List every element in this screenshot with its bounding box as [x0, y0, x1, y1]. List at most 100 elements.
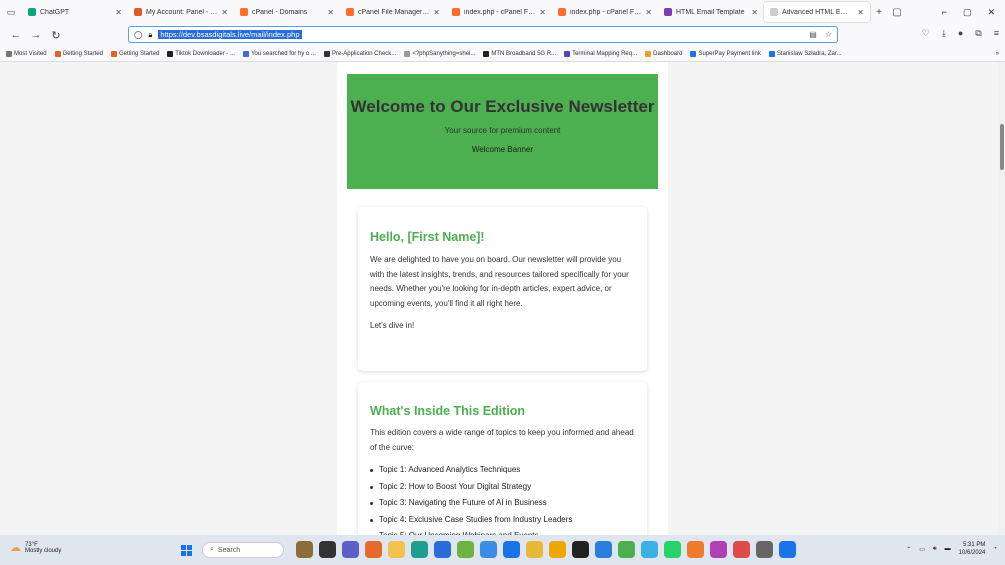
bookmark-2[interactable]: Getting Started [110, 50, 159, 57]
clock[interactable]: 5:31 PM 10/6/2024 [959, 541, 986, 557]
bookmark-11[interactable]: Stanislaw Szładra, Zar... [768, 50, 842, 57]
chevron-up-icon[interactable]: ⌃ [906, 546, 911, 553]
tab-5[interactable]: index.php - cPanel File M ✕ [552, 2, 658, 22]
welcome-banner: Welcome to Our Exclusive Newsletter Your… [347, 74, 658, 189]
chrome-icon[interactable] [526, 541, 543, 558]
taskbar-search[interactable]: ⌕ Search [202, 542, 284, 558]
bookmark-favicon-icon [483, 50, 490, 57]
banner-image-alt: Welcome Banner [471, 145, 534, 154]
cloud-icon: ☁ [10, 542, 21, 554]
topic-item: Topic 3: Navigating the Future of AI in … [370, 498, 635, 515]
firefox-icon[interactable] [365, 541, 382, 558]
app-icon-2[interactable] [480, 541, 497, 558]
tab-6[interactable]: HTML Email Template ✕ [658, 2, 764, 22]
maximize-icon[interactable]: ▢ [963, 7, 972, 18]
edge-icon[interactable] [411, 541, 428, 558]
back-icon[interactable]: ← [6, 29, 26, 41]
page-viewport: Welcome to Our Exclusive Newsletter Your… [0, 62, 1005, 535]
edition-card: What's Inside This Edition This edition … [358, 382, 647, 535]
app-icon-3[interactable] [503, 541, 520, 558]
menu-icon[interactable]: ≡ [994, 28, 999, 39]
reload-icon[interactable]: ↻ [46, 29, 66, 42]
bookmark-3[interactable]: Tiktok Downloader - ... [167, 50, 235, 57]
tab-0[interactable]: ChatGPT ✕ [22, 2, 128, 22]
tab-1[interactable]: My Account: Panel - Name ✕ [128, 2, 234, 22]
bookmark-star-icon[interactable]: ☆ [825, 30, 832, 39]
close-tab-icon[interactable]: ✕ [857, 8, 864, 17]
close-tab-icon[interactable]: ✕ [221, 8, 228, 17]
close-tab-icon[interactable]: ✕ [751, 8, 758, 17]
close-window-icon[interactable]: ✕ [987, 7, 995, 18]
app-icon-1[interactable] [457, 541, 474, 558]
tab-overview-icon[interactable]: ▢ [888, 7, 906, 18]
widgets-icon[interactable] [296, 541, 313, 558]
close-tab-icon[interactable]: ✕ [327, 8, 334, 17]
tab-favicon-icon [664, 8, 672, 16]
close-tab-icon[interactable]: ✕ [115, 8, 122, 17]
tab-list-icon[interactable]: ▭ [0, 0, 22, 24]
task-view-icon[interactable] [319, 541, 336, 558]
bookmark-7[interactable]: MTN Broadband 5G R... [483, 50, 556, 57]
chrome-icon-2[interactable] [618, 541, 635, 558]
bookmark-10[interactable]: SuperPay Payment link [690, 50, 761, 57]
bookmark-0[interactable]: Most Visited [6, 50, 47, 57]
address-bar[interactable]: ◯ 🔒︎ https://dev.bsasdigitals.live/mail/… [128, 26, 838, 43]
bookmark-9[interactable]: Dashboard [645, 50, 682, 57]
app-icon-8[interactable] [710, 541, 727, 558]
download-icon[interactable]: ⤓ [942, 28, 946, 39]
close-tab-icon[interactable]: ✕ [645, 8, 652, 17]
tab-7[interactable]: Advanced HTML Email ✕ [764, 2, 870, 22]
tab-4[interactable]: index.php - cPanel File M ✕ [446, 2, 552, 22]
bookmark-5[interactable]: Pre-Application Check... [323, 50, 396, 57]
app-icon-6[interactable] [641, 541, 658, 558]
close-tab-icon[interactable]: ✕ [539, 8, 546, 17]
app-icon-4[interactable] [549, 541, 566, 558]
battery-icon[interactable]: ▬ [945, 546, 951, 552]
reader-view-icon[interactable]: ▤ [809, 30, 817, 39]
pocket-icon[interactable]: ♡ [922, 28, 930, 39]
bookmark-label: Stanislaw Szładra, Zar... [776, 50, 842, 57]
weather-widget[interactable]: ☁ 73°F Mostly cloudy [10, 541, 61, 555]
bookmarks-overflow-icon[interactable]: » [996, 51, 999, 57]
tab-strip: ChatGPT✕My Account: Panel - Name✕cPanel … [22, 2, 870, 22]
volume-icon[interactable]: 🔊︎ [933, 546, 937, 553]
forward-icon[interactable]: → [26, 29, 46, 41]
scrollbar-thumb[interactable] [1000, 124, 1004, 170]
minimize-icon[interactable]: ⌐ [942, 7, 947, 18]
app-icon-5[interactable] [572, 541, 589, 558]
bookmark-favicon-icon [768, 50, 775, 57]
url-text[interactable]: https://dev.bsasdigitals.live/mail/index… [158, 30, 302, 39]
close-tab-icon[interactable]: ✕ [433, 8, 440, 17]
topic-text: Topic 4: Exclusive Case Studies from Ind… [379, 514, 573, 524]
app-icon-10[interactable] [779, 541, 796, 558]
shield-icon[interactable]: ◯ [134, 30, 142, 39]
app-icon-7[interactable] [687, 541, 704, 558]
windows-start-icon[interactable] [181, 545, 192, 556]
notification-icon[interactable]: ◔ [993, 546, 997, 552]
new-tab-button[interactable]: + [870, 7, 888, 18]
topic-text: Topic 2: How to Boost Your Digital Strat… [379, 481, 532, 491]
scrollbar[interactable] [998, 62, 1005, 535]
bookmark-8[interactable]: Terminal Mapping Req... [564, 50, 637, 57]
tab-3[interactable]: cPanel File Manager v3 ✕ [340, 2, 446, 22]
file-explorer-icon[interactable] [388, 541, 405, 558]
tab-2[interactable]: cPanel - Domains ✕ [234, 2, 340, 22]
bookmark-favicon-icon [404, 50, 411, 57]
vscode-icon[interactable] [595, 541, 612, 558]
mail-icon[interactable] [733, 541, 750, 558]
chat-icon[interactable] [342, 541, 359, 558]
greeting-body: We are delighted to have you on board. O… [370, 255, 629, 308]
bookmark-4[interactable]: You searched for hy o ... [243, 50, 316, 57]
bookmark-6[interactable]: <?phpSanything=shel... [404, 50, 475, 57]
bookmark-1[interactable]: Getting Started [54, 50, 103, 57]
tab-favicon-icon [346, 8, 354, 16]
lock-icon[interactable]: 🔒︎ [148, 30, 152, 40]
bookmark-favicon-icon [690, 50, 697, 57]
whatsapp-icon[interactable] [664, 541, 681, 558]
store-icon[interactable] [434, 541, 451, 558]
greeting-closing: Let's dive in! [370, 321, 415, 330]
extensions-icon[interactable]: ⧉ [975, 28, 981, 39]
network-icon[interactable]: ▭ [919, 546, 925, 553]
account-icon[interactable]: ● [958, 28, 963, 39]
app-icon-9[interactable] [756, 541, 773, 558]
